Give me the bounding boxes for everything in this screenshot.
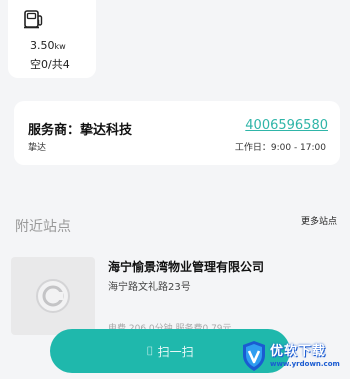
watermark-url: www.yrdown.com [270, 360, 340, 368]
shield-v-icon [243, 341, 265, 371]
provider-phone-link[interactable]: 4006596580 [245, 118, 328, 133]
station-logo-icon [36, 279, 70, 313]
scan-icon: ⌷ [146, 343, 154, 358]
charging-gun-icon [24, 10, 43, 29]
station-name[interactable]: 海宁愉景湾物业管理有限公司 [108, 258, 264, 275]
more-stations-link[interactable]: 更多站点 [301, 214, 337, 227]
provider-short-name: 挚达 [28, 143, 47, 153]
charger-power: 3.50kw [30, 39, 66, 52]
station-address: 海宁路文礼路23号 [108, 282, 191, 293]
scan-button-label: 扫一扫 [157, 344, 194, 359]
watermark-logo: 优软下载 www.yrdown.com [241, 338, 350, 376]
nearby-stations-heading: 附近站点 [15, 219, 71, 235]
provider-working-hours: 工作日：9:00 - 17:00 [234, 143, 326, 153]
charger-availability: 空0/共4 [30, 58, 70, 71]
provider-name: 服务商：挚达科技 [28, 123, 133, 138]
watermark-title: 优软下载 [270, 344, 327, 359]
charger-card: 3.50kw 空0/共4 [8, 0, 96, 78]
station-thumbnail[interactable] [11, 257, 95, 335]
provider-card: 服务商：挚达科技 4006596580 挚达 工作日：9:00 - 17:00 [14, 101, 340, 165]
